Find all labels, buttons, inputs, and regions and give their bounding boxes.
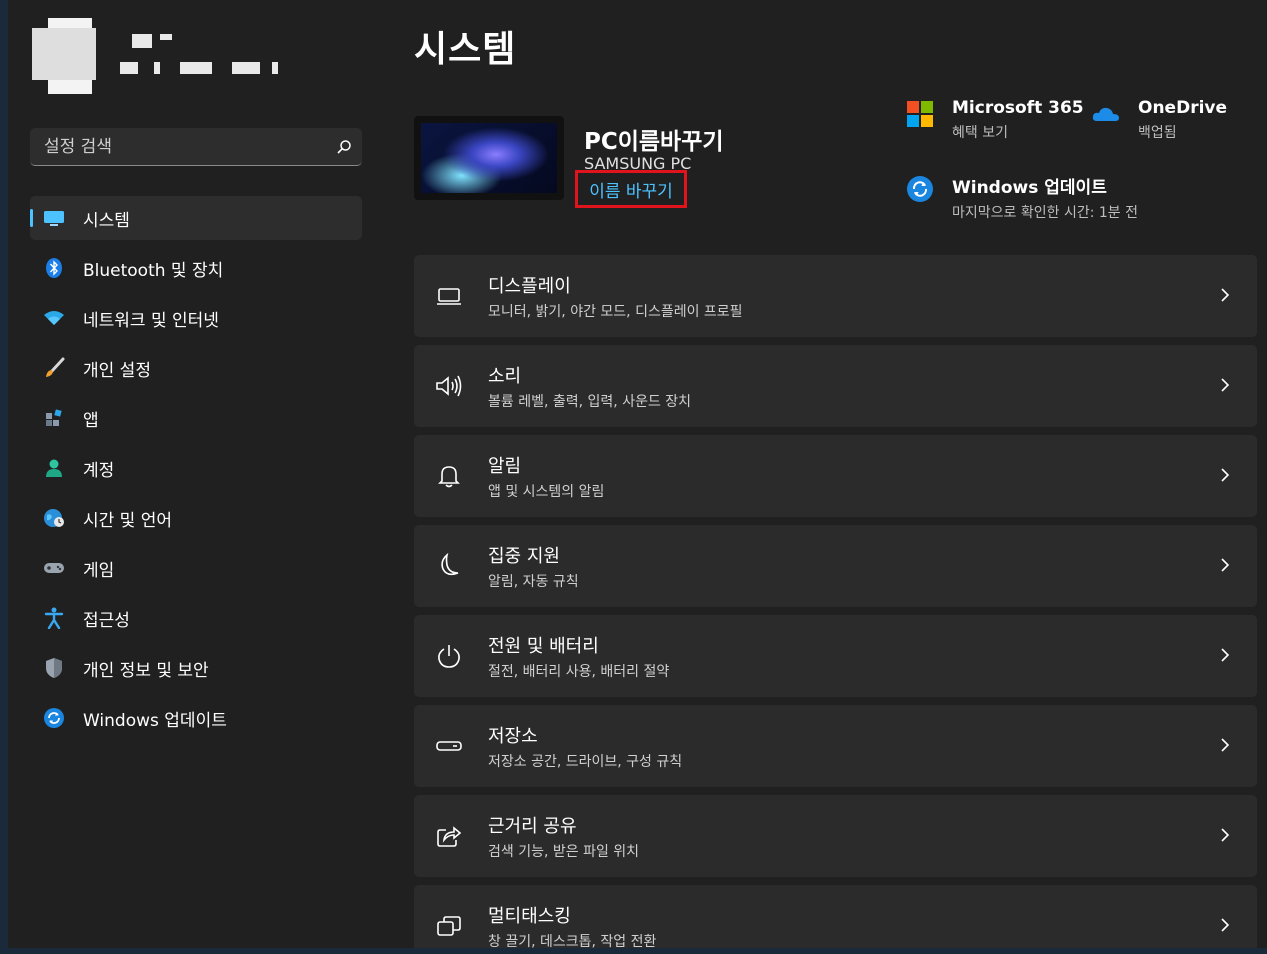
chevron-right-icon	[1221, 648, 1230, 662]
card-title: 집중 지원	[488, 545, 560, 567]
sidebar-item-label: 네트워크 및 인터넷	[83, 310, 219, 331]
chevron-right-icon	[1221, 738, 1230, 752]
card-power-battery[interactable]: 전원 및 배터리절전, 배터리 사용, 배터리 절약	[414, 615, 1257, 697]
sidebar-item-label: Bluetooth 및 장치	[83, 260, 224, 281]
gamepad-icon	[43, 557, 65, 579]
card-title: 근거리 공유	[488, 815, 577, 837]
sidebar-item-label: 개인 설정	[83, 360, 151, 381]
card-title: 멀티태스킹	[488, 905, 571, 927]
onedrive-tile[interactable]: OneDrive 백업됨	[1092, 98, 1227, 142]
globe-clock-icon	[43, 507, 65, 529]
display-icon	[434, 281, 464, 311]
microsoft365-title: Microsoft 365	[952, 98, 1084, 118]
sidebar-item-bluetooth[interactable]: Bluetooth 및 장치	[30, 246, 362, 290]
bluetooth-icon	[43, 257, 65, 279]
sidebar-item-accessibility[interactable]: 접근성	[30, 596, 362, 640]
sidebar-item-label: 시스템	[83, 210, 130, 231]
sidebar-item-label: Windows 업데이트	[83, 710, 227, 731]
microsoft-logo-icon	[906, 100, 934, 128]
windows-update-tile[interactable]: Windows 업데이트 마지막으로 확인한 시간: 1분 전	[906, 173, 1138, 222]
chevron-right-icon	[1221, 828, 1230, 842]
multitask-icon	[434, 911, 464, 941]
rename-pc-link[interactable]: 이름 바꾸기	[575, 170, 687, 208]
speaker-icon	[434, 371, 464, 401]
person-icon	[43, 457, 65, 479]
windows-update-title: Windows 업데이트	[952, 178, 1107, 198]
sidebar-item-time-language[interactable]: 시간 및 언어	[30, 496, 362, 540]
accessibility-icon	[43, 607, 65, 629]
card-title: 소리	[488, 365, 522, 387]
update-icon	[906, 175, 934, 203]
settings-search-box[interactable]	[30, 128, 362, 166]
moon-icon	[434, 551, 464, 581]
card-subtitle: 볼륨 레벨, 출력, 입력, 사운드 장치	[488, 393, 692, 410]
settings-window: 시스템 Bluetooth 및 장치 네트워크 및 인터넷 개인 설정 앱	[8, 0, 1267, 948]
card-subtitle: 저장소 공간, 드라이브, 구성 규칙	[488, 753, 683, 770]
chevron-right-icon	[1221, 918, 1230, 932]
chevron-right-icon	[1221, 288, 1230, 302]
update-icon	[43, 707, 65, 729]
microsoft365-tile[interactable]: Microsoft 365 혜택 보기	[906, 98, 1084, 142]
page-title: 시스템	[414, 29, 517, 70]
card-subtitle: 알림, 자동 규칙	[488, 573, 579, 590]
wifi-icon	[43, 307, 65, 329]
card-notifications[interactable]: 알림앱 및 시스템의 알림	[414, 435, 1257, 517]
settings-card-list: 디스플레이모니터, 밝기, 야간 모드, 디스플레이 프로필 소리볼륨 레벨, …	[414, 255, 1257, 948]
sidebar-item-label: 개인 정보 및 보안	[83, 660, 209, 681]
chevron-right-icon	[1221, 468, 1230, 482]
search-icon[interactable]	[326, 139, 362, 155]
sidebar-item-accounts[interactable]: 계정	[30, 446, 362, 490]
sidebar-item-label: 시간 및 언어	[83, 510, 173, 531]
sidebar-item-label: 계정	[83, 460, 115, 481]
sidebar-item-system[interactable]: 시스템	[30, 196, 362, 240]
chevron-right-icon	[1221, 378, 1230, 392]
onedrive-subtitle: 백업됨	[1138, 125, 1177, 141]
monitor-icon	[43, 207, 65, 229]
shield-icon	[43, 657, 65, 679]
pc-name: PC이름바꾸기	[584, 129, 724, 155]
card-title: 디스플레이	[488, 275, 571, 297]
sidebar-item-network[interactable]: 네트워크 및 인터넷	[30, 296, 362, 340]
card-title: 알림	[488, 455, 522, 477]
user-name-pixelated	[120, 34, 290, 74]
card-subtitle: 절전, 배터리 사용, 배터리 절약	[488, 663, 670, 680]
storage-icon	[434, 731, 464, 761]
card-subtitle: 검색 기능, 받은 파일 위치	[488, 843, 640, 860]
card-multitasking[interactable]: 멀티태스킹창 끌기, 데스크톱, 작업 전환	[414, 885, 1257, 948]
sidebar-item-label: 앱	[83, 410, 99, 431]
card-storage[interactable]: 저장소저장소 공간, 드라이브, 구성 규칙	[414, 705, 1257, 787]
card-subtitle: 모니터, 밝기, 야간 모드, 디스플레이 프로필	[488, 303, 743, 320]
card-title: 전원 및 배터리	[488, 635, 599, 657]
share-icon	[434, 821, 464, 851]
sidebar-item-label: 접근성	[83, 610, 130, 631]
brush-icon	[43, 357, 65, 379]
card-title: 저장소	[488, 725, 538, 747]
sidebar-item-apps[interactable]: 앱	[30, 396, 362, 440]
sidebar-nav: 시스템 Bluetooth 및 장치 네트워크 및 인터넷 개인 설정 앱 계정…	[30, 196, 362, 746]
sidebar-item-personalization[interactable]: 개인 설정	[30, 346, 362, 390]
card-subtitle: 창 끌기, 데스크톱, 작업 전환	[488, 933, 657, 949]
card-nearby-sharing[interactable]: 근거리 공유검색 기능, 받은 파일 위치	[414, 795, 1257, 877]
user-avatar[interactable]	[32, 18, 112, 94]
sidebar-item-gaming[interactable]: 게임	[30, 546, 362, 590]
chevron-right-icon	[1221, 558, 1230, 572]
cloud-icon	[1092, 100, 1120, 128]
windows-update-subtitle: 마지막으로 확인한 시간: 1분 전	[952, 205, 1138, 221]
sidebar-item-label: 게임	[83, 560, 115, 581]
sidebar-item-privacy[interactable]: 개인 정보 및 보안	[30, 646, 362, 690]
pc-wallpaper-thumbnail	[414, 116, 564, 200]
sidebar-item-windows-update[interactable]: Windows 업데이트	[30, 696, 362, 740]
card-sound[interactable]: 소리볼륨 레벨, 출력, 입력, 사운드 장치	[414, 345, 1257, 427]
microsoft365-subtitle: 혜택 보기	[952, 125, 1008, 141]
apps-icon	[43, 407, 65, 429]
card-subtitle: 앱 및 시스템의 알림	[488, 483, 605, 500]
onedrive-title: OneDrive	[1138, 98, 1228, 118]
power-icon	[434, 641, 464, 671]
settings-search-input[interactable]	[30, 135, 326, 158]
card-focus-assist[interactable]: 집중 지원알림, 자동 규칙	[414, 525, 1257, 607]
bell-icon	[434, 461, 464, 491]
card-display[interactable]: 디스플레이모니터, 밝기, 야간 모드, 디스플레이 프로필	[414, 255, 1257, 337]
